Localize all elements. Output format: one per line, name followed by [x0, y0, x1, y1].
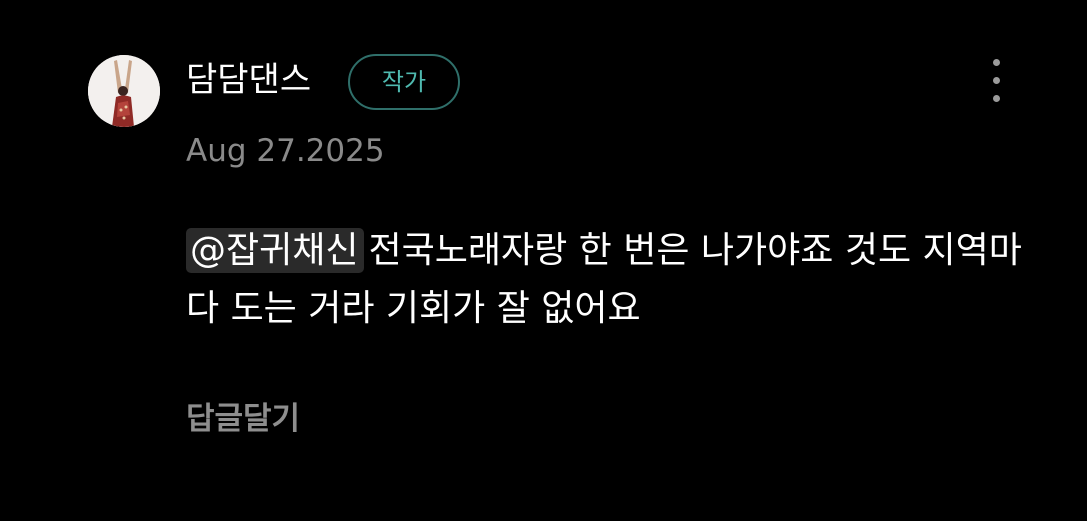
author-avatar[interactable] [88, 55, 160, 127]
more-vertical-icon-dot [992, 94, 1000, 102]
comment-date: Aug 27.2025 [186, 133, 385, 169]
more-vertical-icon [992, 58, 1000, 66]
more-vertical-icon-dot [992, 76, 1000, 84]
author-name[interactable]: 담담댄스 [186, 58, 311, 102]
author-badge: 작가 [348, 54, 460, 110]
dancer-avatar-icon [88, 55, 160, 127]
reply-button[interactable]: 답글달기 [186, 398, 300, 440]
more-options-button[interactable] [978, 52, 1014, 108]
comment-body: @잡귀채신 전국노래자랑 한 번은 나가야죠 것도 지역마다 도는 거라 기회가 … [186, 222, 1046, 338]
comment-card: 담담댄스 작가 Aug 27.2025 @잡귀채신 전국노래자랑 한 번은 나가야… [0, 0, 1087, 521]
mention-link[interactable]: @잡귀채신 [186, 228, 365, 273]
